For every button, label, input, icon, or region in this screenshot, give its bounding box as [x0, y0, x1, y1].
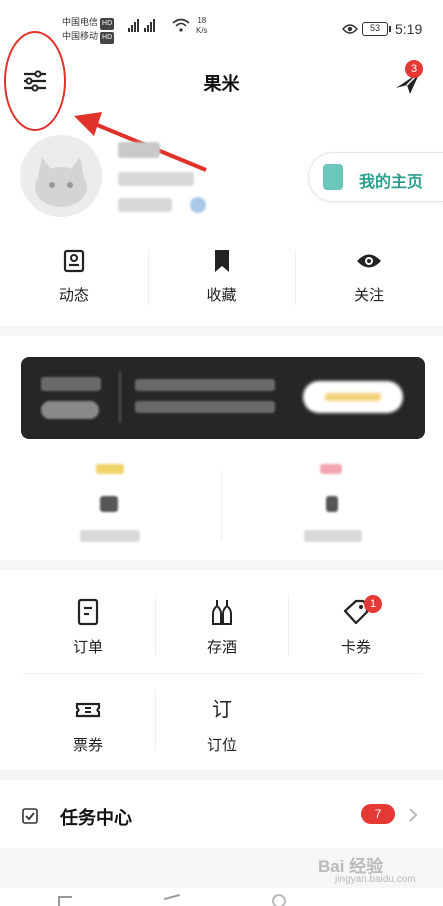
tab-following[interactable]: 关注: [295, 238, 443, 322]
stat-right-icon: [320, 464, 342, 474]
battery-icon: 53: [362, 22, 391, 36]
tab-dynamics-label: 动态: [58, 287, 89, 304]
stat-right[interactable]: [282, 460, 382, 550]
level-dot: [190, 197, 206, 213]
service-orders-label: 订单: [72, 639, 103, 656]
membership-card[interactable]: [21, 357, 425, 439]
carrier-info: 中国电信 HD 中国移动 HD: [62, 16, 115, 44]
task-center-row[interactable]: 任务中心 7: [0, 790, 443, 840]
task-check-icon: [22, 808, 38, 824]
header: 果米: [0, 50, 443, 110]
network-speed: 18 K/s: [196, 16, 208, 36]
service-coupons[interactable]: 卡券: [291, 588, 421, 678]
signal-1-icon: [128, 18, 139, 32]
divider: [155, 595, 156, 655]
section-gap: [0, 770, 443, 780]
card-action-button[interactable]: [303, 381, 403, 413]
hd-badge-2: HD: [100, 32, 115, 44]
carrier-1: 中国电信: [62, 17, 99, 27]
watermark-url: jingyan.baidu.com: [335, 874, 416, 885]
bottles-icon: [212, 600, 232, 625]
card-title-blurred: [41, 377, 101, 391]
task-count-badge: 7: [361, 804, 395, 824]
divider: [148, 250, 149, 305]
profile-card-icon: [63, 249, 84, 273]
section-gap: [0, 326, 443, 336]
tab-favorites[interactable]: 收藏: [148, 238, 296, 322]
stat-left-icon: [96, 464, 124, 474]
quick-tabs: 动态 收藏 关注: [0, 238, 443, 322]
service-coupons-label: 卡券: [340, 639, 371, 656]
wifi-icon: [172, 18, 190, 32]
card-subtitle-blurred: [41, 401, 99, 419]
card-desc-blurred-2: [135, 401, 275, 413]
avatar[interactable]: [20, 135, 102, 217]
chevron-right-icon: [409, 808, 418, 822]
service-orders[interactable]: 订单: [23, 588, 153, 678]
signal-icons: [128, 18, 155, 32]
my-homepage-button[interactable]: 我的主页: [308, 152, 443, 202]
eye-comfort-icon: [342, 24, 358, 34]
status-bar: 中国电信 HD 中国移动 HD 18 K/s 53 5:19: [0, 0, 443, 44]
section-gap: [0, 560, 443, 570]
order-icon: [77, 598, 99, 626]
signal-2-icon: [144, 18, 155, 32]
tab-favorites-label: 收藏: [206, 287, 237, 304]
service-wine-storage-label: 存酒: [206, 639, 237, 656]
stat-left[interactable]: [60, 460, 160, 550]
service-tickets-label: 票券: [72, 737, 103, 754]
divider: [155, 690, 156, 750]
homepage-icon: [323, 164, 343, 190]
cat-avatar-image: [35, 157, 87, 207]
divider: [295, 250, 296, 305]
user-id-blurred: [118, 172, 194, 186]
divider: [23, 673, 423, 674]
coupon-badge: 1: [364, 595, 382, 613]
stat-right-label: [304, 530, 362, 542]
stat-left-label: [80, 530, 140, 542]
nav-home-icon[interactable]: [58, 896, 72, 906]
stat-left-value: [100, 496, 118, 512]
service-tickets[interactable]: 票券: [23, 686, 153, 776]
bottom-nav: [0, 888, 443, 906]
divider: [221, 470, 222, 540]
tab-following-label: 关注: [354, 287, 385, 304]
card-desc-blurred-1: [135, 379, 275, 391]
tab-dynamics[interactable]: 动态: [0, 238, 148, 322]
page-title: 果米: [203, 74, 240, 94]
user-level-blurred: [118, 198, 172, 212]
notification-badge: 3: [405, 60, 423, 78]
card-divider: [119, 371, 121, 423]
service-wine-storage[interactable]: 存酒: [157, 588, 287, 678]
username-blurred: [118, 142, 160, 158]
annotation-circle: [4, 31, 66, 131]
nav-circle-icon[interactable]: [272, 894, 286, 906]
homepage-label: 我的主页: [359, 174, 424, 191]
service-reservation-label: 订位: [206, 737, 237, 754]
clock: 5:19: [395, 21, 423, 37]
task-center-label: 任务中心: [60, 808, 132, 828]
divider: [288, 595, 289, 655]
carrier-2: 中国移动: [62, 31, 99, 41]
bookmark-icon: [214, 250, 229, 272]
eye-icon: [357, 254, 382, 268]
speed-value: 18: [197, 16, 207, 25]
ticket-icon: [75, 702, 101, 718]
nav-discover-icon[interactable]: [164, 893, 180, 901]
hd-badge-1: HD: [100, 18, 115, 30]
reserve-icon: 订: [212, 699, 232, 721]
service-reservation[interactable]: 订 订位: [157, 686, 287, 776]
speed-unit: K/s: [196, 26, 208, 35]
stat-right-value: [326, 496, 338, 512]
